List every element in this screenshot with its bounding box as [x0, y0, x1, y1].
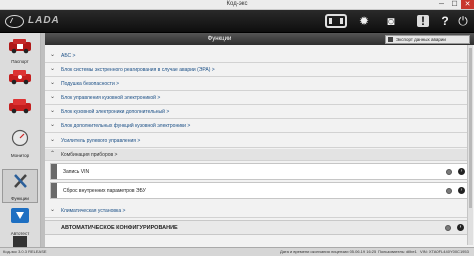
row-marker	[51, 183, 57, 198]
chevron-right-icon[interactable]: ›	[457, 224, 464, 231]
sidebar-item-label: Паспорт	[11, 59, 29, 64]
status-dot-icon	[445, 225, 451, 231]
list-item[interactable]: ⌄ Блок системы экстренного реагирования …	[45, 64, 470, 77]
functions-panel: Функции Экспорт данных аварии ⌄ АБС > ⌄ …	[45, 33, 474, 247]
list-item-label: Подушка безопасности >	[61, 81, 120, 87]
vehicle-id-icon[interactable]	[325, 14, 347, 28]
chevron-down-icon: ⌄	[50, 94, 56, 100]
crash-data-export-button[interactable]: Экспорт данных аварии	[385, 35, 470, 44]
list-item-label: Блок дополнительных функций кузовной эле…	[61, 123, 191, 129]
function-label: Запись VIN	[63, 169, 90, 175]
row-marker	[51, 164, 57, 179]
sidebar-item-functions[interactable]: Функции	[2, 169, 38, 203]
list-item-expanded[interactable]: ⌃ Комбинация приборов >	[45, 149, 470, 161]
status-dot-icon	[446, 188, 452, 194]
sidebar-item-vehicle-2[interactable]	[2, 95, 38, 125]
user-info: Пользователь: dilbe1	[378, 249, 417, 254]
sidebar-item-label: Функции	[11, 196, 29, 201]
autotest-icon	[11, 208, 29, 223]
list-item-label: Усилитель рулевого управления >	[61, 138, 141, 144]
function-vin-write[interactable]: Запись VIN ›	[50, 163, 468, 180]
list-item[interactable]: ⌄ Блок кузовной электроники дополнительн…	[45, 106, 470, 119]
passport-car-icon	[9, 39, 31, 54]
list-item-label: Блок системы экстренного реагирования в …	[61, 67, 215, 73]
panel-header: Функции Экспорт данных аварии	[45, 33, 474, 45]
chevron-down-icon: ⌄	[50, 108, 56, 114]
chevron-down-icon: ⌄	[50, 122, 56, 128]
sidebar-item-programming[interactable]	[2, 235, 38, 247]
function-label: Сброс внутренних параметров ЭБУ	[63, 188, 146, 194]
auto-config-label: АВТОМАТИЧЕСКОЕ КОНФИГУРИРОВАНИЕ	[61, 225, 178, 231]
sidebar: Паспорт Монитор Функции Автотест	[0, 33, 41, 247]
close-button[interactable]: ✕	[461, 0, 474, 9]
app-version: Код-экс 3.0.3 RELEASE	[3, 249, 47, 254]
list-item[interactable]: ⌄ Блок управления кузовной электроникой …	[45, 92, 470, 105]
chip-icon	[13, 236, 27, 247]
settings-gear-icon[interactable]: ✹	[356, 13, 372, 29]
vertical-scrollbar[interactable]	[467, 45, 473, 245]
function-ecu-reset[interactable]: Сброс внутренних параметров ЭБУ ›	[50, 182, 468, 199]
top-toolbar: LADA ✹ ◙ ! ? ⏻	[0, 10, 474, 33]
sidebar-item-passport[interactable]: Паспорт	[2, 35, 38, 65]
vin-info: VIN: XTA0FL440Y00C1953	[420, 249, 469, 254]
chevron-down-icon: ⌄	[50, 80, 56, 86]
list-item[interactable]: ⌄ Климатическая установка >	[45, 205, 470, 218]
list-item-label: Комбинация приборов >	[61, 152, 118, 158]
red-car-icon	[9, 99, 31, 114]
help-icon[interactable]: ?	[437, 13, 453, 29]
sidebar-item-vehicle[interactable]	[2, 66, 38, 96]
maximize-button[interactable]: ☐	[448, 0, 461, 9]
scrollbar-thumb[interactable]	[469, 48, 472, 208]
exit-icon[interactable]: ⏻	[455, 13, 471, 29]
list-item-label: Блок кузовной электроники дополнительный…	[61, 109, 170, 115]
lada-logo-icon	[5, 15, 24, 28]
chevron-right-icon[interactable]: ›	[458, 168, 465, 175]
webcam-icon[interactable]: ◙	[383, 13, 399, 29]
chevron-down-icon: ⌄	[50, 207, 56, 213]
window-title: Код-экс	[226, 1, 248, 7]
alert-icon[interactable]: !	[417, 15, 429, 27]
sidebar-item-label: Монитор	[10, 153, 30, 158]
list-item[interactable]: ⌄ Подушка безопасности >	[45, 78, 470, 91]
sidebar-item-autotest[interactable]: Автотест	[2, 205, 38, 237]
list-item[interactable]: ⌄ АБС >	[45, 50, 470, 63]
sidebar-item-monitor[interactable]: Монитор	[2, 127, 38, 159]
list-item-label: Климатическая установка >	[61, 208, 126, 214]
chevron-down-icon: ⌄	[50, 137, 56, 143]
chevron-right-icon[interactable]: ›	[458, 187, 465, 194]
list-item[interactable]: ⌄ Усилитель рулевого управления >	[45, 135, 470, 148]
red-car-icon	[9, 70, 31, 85]
list-item-label: Блок управления кузовной электроникой >	[61, 95, 161, 101]
gauge-icon	[11, 129, 29, 146]
chevron-up-icon: ⌃	[50, 151, 56, 157]
chevron-down-icon: ⌄	[50, 52, 56, 58]
chevron-down-icon: ⌄	[50, 66, 56, 72]
list-item[interactable]: ⌄ Блок дополнительных функций кузовной э…	[45, 120, 470, 133]
minimize-button[interactable]: ─	[435, 0, 448, 9]
auto-config-row[interactable]: АВТОМАТИЧЕСКОЕ КОНФИГУРИРОВАНИЕ ›	[45, 220, 470, 235]
status-dot-icon	[446, 169, 452, 175]
window-titlebar: Код-экс ─ ☐ ✕	[0, 0, 474, 10]
tools-icon	[14, 174, 27, 188]
brand-logo: LADA	[28, 15, 60, 26]
license-info: Дата и времени окончания лицензии 05.06.…	[280, 249, 377, 254]
page-title: Функции	[207, 36, 232, 42]
list-item-label: АБС >	[61, 53, 76, 59]
